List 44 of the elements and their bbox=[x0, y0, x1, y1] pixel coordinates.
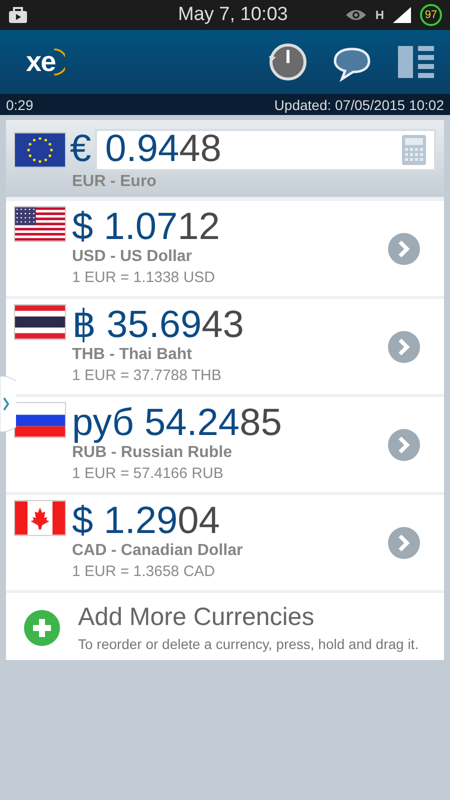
drawer-handle-icon[interactable] bbox=[0, 376, 16, 432]
converted-amount: $ 1.2904 bbox=[72, 500, 221, 542]
timer-text: 0:29 bbox=[6, 96, 34, 112]
add-title: Add More Currencies bbox=[78, 603, 316, 632]
flag-icon bbox=[14, 304, 66, 340]
currency-symbol: € bbox=[70, 128, 92, 171]
exchange-rate: 1 EUR = 57.4166 RUB bbox=[72, 465, 224, 482]
updated-time: Updated: 07/05/2015 10:02 bbox=[274, 96, 444, 112]
currency-row[interactable]: $ 1.0712 USD - US Dollar 1 EUR = 1.1338 USD bbox=[6, 201, 444, 299]
exchange-rate: 1 EUR = 1.1338 USD bbox=[72, 269, 216, 286]
status-time: May 7, 10:03 bbox=[178, 4, 288, 26]
converted-amount: руб 54.2485 bbox=[72, 402, 283, 444]
flag-icon bbox=[14, 500, 66, 536]
chevron-right-icon[interactable] bbox=[388, 429, 420, 461]
media-icon bbox=[8, 6, 28, 24]
chevron-right-icon[interactable] bbox=[388, 527, 420, 559]
xe-logo: xe bbox=[26, 45, 66, 79]
plus-icon[interactable] bbox=[24, 610, 60, 646]
converted-amount: ฿ 35.6943 bbox=[72, 304, 245, 346]
amount-field[interactable]: 0.9448 bbox=[95, 128, 436, 170]
currency-row[interactable]: руб 54.2485 RUB - Russian Ruble 1 EUR = 57.4166 RUB bbox=[6, 397, 444, 495]
exchange-rate: 1 EUR = 1.3658 CAD bbox=[72, 563, 216, 580]
history-icon[interactable] bbox=[268, 42, 308, 82]
flag-icon bbox=[14, 132, 66, 168]
signal-icon bbox=[392, 6, 412, 24]
add-currencies-row[interactable]: Add More Currencies To reorder or delete a currency, press, hold and drag it. bbox=[6, 593, 444, 660]
flag-icon bbox=[14, 402, 66, 438]
calculator-icon[interactable] bbox=[402, 134, 426, 164]
currency-name: CAD - Canadian Dollar bbox=[72, 542, 244, 560]
currency-name: EUR - Euro bbox=[72, 173, 158, 191]
battery-level: 97 bbox=[420, 4, 442, 26]
currency-row[interactable]: $ 1.2904 CAD - Canadian Dollar 1 EUR = 1.3658 CAD bbox=[6, 495, 444, 593]
chevron-right-icon[interactable] bbox=[388, 233, 420, 265]
add-hint: To reorder or delete a currency, press, hold and drag it. bbox=[78, 636, 419, 652]
currency-row[interactable]: ฿ 35.6943 THB - Thai Baht 1 EUR = 37.7788 THB bbox=[6, 299, 444, 397]
currency-name: THB - Thai Baht bbox=[72, 346, 193, 364]
chevron-right-icon[interactable] bbox=[388, 331, 420, 363]
currency-name: RUB - Russian Ruble bbox=[72, 444, 234, 462]
exchange-rate: 1 EUR = 37.7788 THB bbox=[72, 367, 222, 384]
eye-icon bbox=[345, 8, 368, 22]
flag-icon bbox=[14, 206, 66, 242]
converted-amount: $ 1.0712 bbox=[72, 206, 221, 248]
currency-name: USD - US Dollar bbox=[72, 248, 194, 266]
network-type: H bbox=[375, 8, 384, 22]
